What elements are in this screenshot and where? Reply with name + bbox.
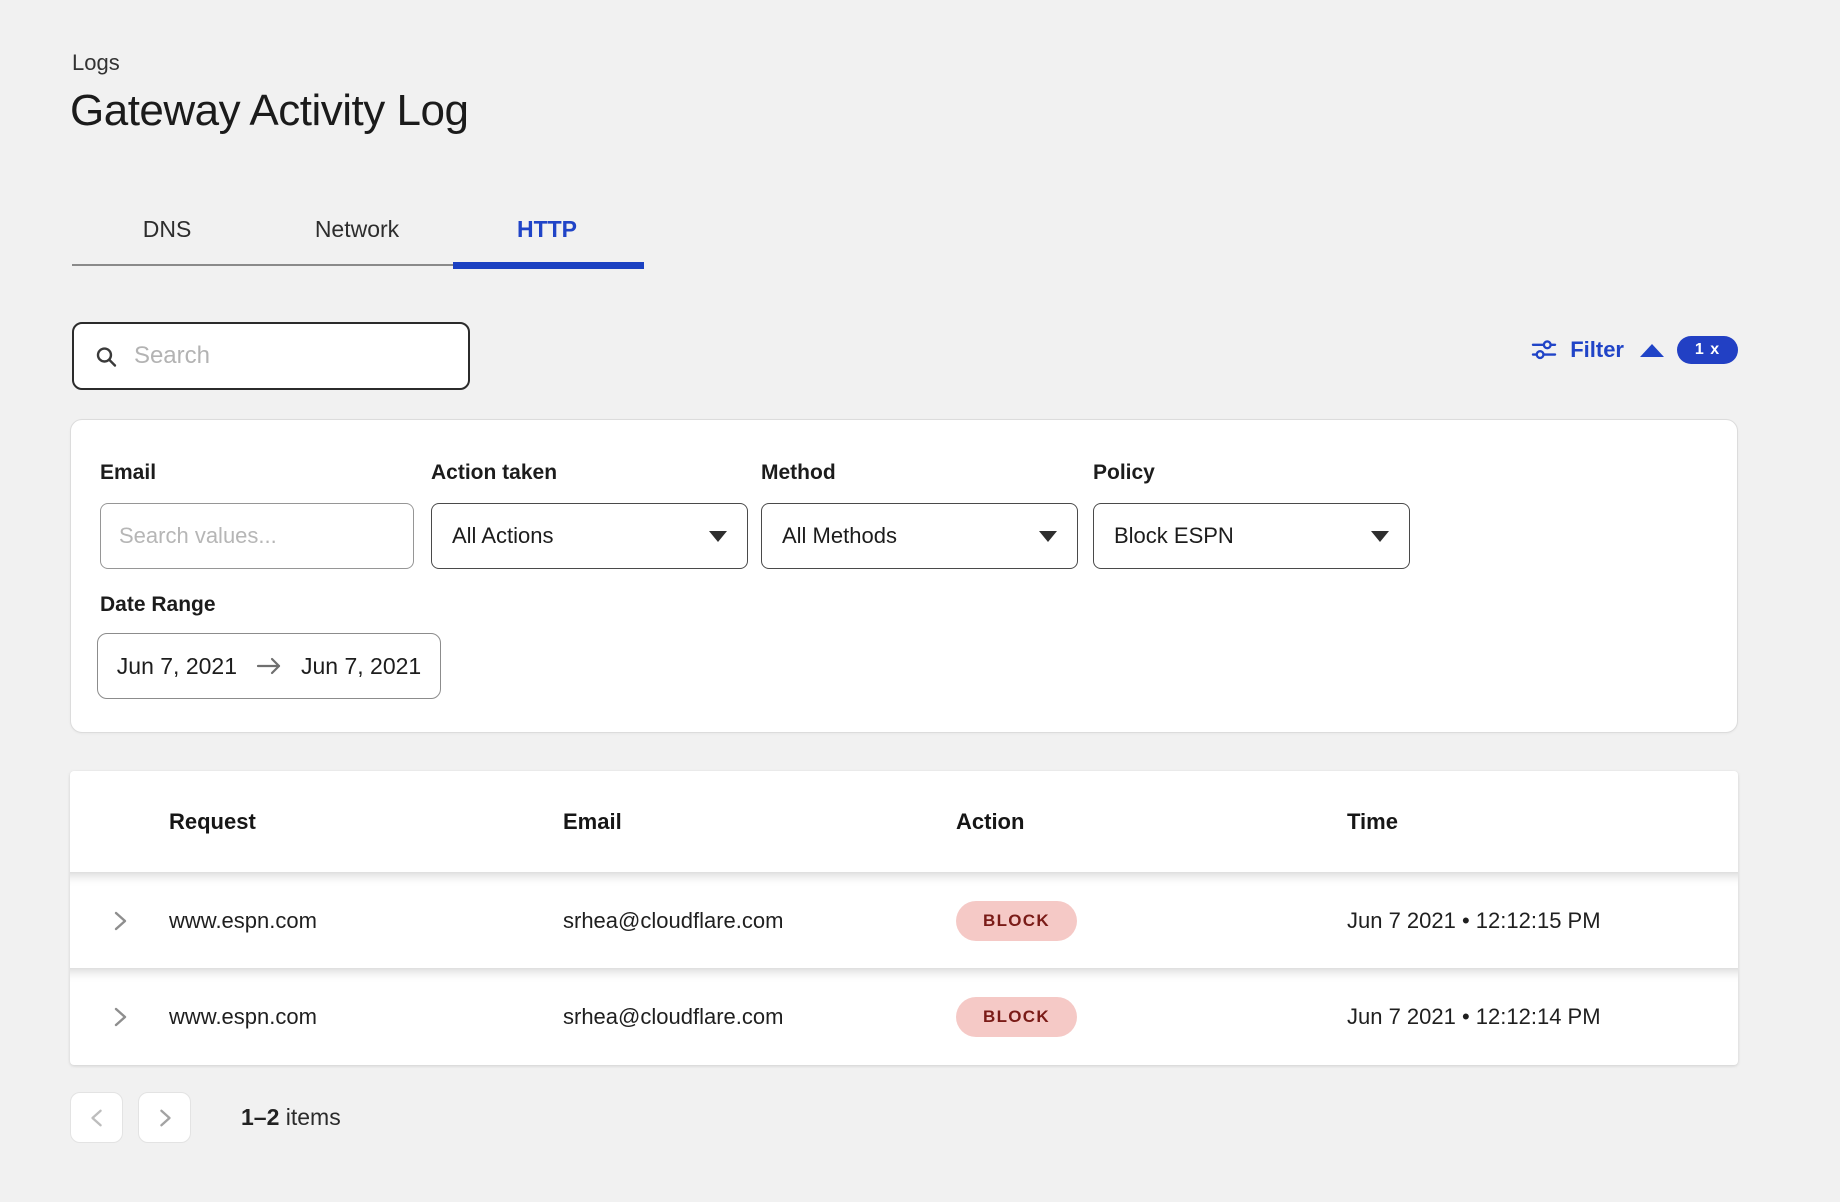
chevron-left-icon bbox=[88, 1107, 106, 1129]
column-header-action: Action bbox=[956, 809, 1347, 835]
policy-filter-label: Policy bbox=[1093, 461, 1155, 485]
chevron-down-icon bbox=[1039, 531, 1057, 542]
policy-filter-select[interactable]: Block ESPN bbox=[1093, 503, 1410, 569]
filter-label: Filter bbox=[1570, 337, 1624, 363]
email-filter-label: Email bbox=[100, 461, 156, 485]
log-type-tabs: DNS Network HTTP bbox=[72, 198, 644, 268]
table-row[interactable]: www.espn.com srhea@cloudflare.com BLOCK … bbox=[70, 872, 1738, 968]
action-filter-select[interactable]: All Actions bbox=[431, 503, 748, 569]
filter-count-badge: 1 x bbox=[1677, 336, 1738, 364]
tab-http[interactable]: HTTP bbox=[452, 198, 642, 260]
action-badge: BLOCK bbox=[956, 997, 1077, 1037]
tabs-divider bbox=[72, 264, 453, 266]
chevron-down-icon bbox=[709, 531, 727, 542]
active-tab-indicator bbox=[453, 262, 644, 269]
policy-filter-value: Block ESPN bbox=[1114, 523, 1234, 549]
filter-icon bbox=[1531, 337, 1557, 363]
cell-time: Jun 7 2021 • 12:12:14 PM bbox=[1347, 1004, 1738, 1030]
next-page-button[interactable] bbox=[138, 1092, 191, 1143]
date-range-label: Date Range bbox=[100, 593, 216, 617]
column-header-time: Time bbox=[1347, 809, 1738, 835]
tab-dns[interactable]: DNS bbox=[72, 198, 262, 260]
chevron-right-icon[interactable] bbox=[110, 909, 130, 933]
previous-page-button[interactable] bbox=[70, 1092, 123, 1143]
date-range-picker[interactable]: Jun 7, 2021 Jun 7, 2021 bbox=[97, 633, 441, 699]
chevron-right-icon bbox=[156, 1107, 174, 1129]
filter-panel: Email Action taken Method Policy All Act… bbox=[70, 419, 1738, 733]
date-range-end: Jun 7, 2021 bbox=[301, 653, 421, 680]
method-filter-select[interactable]: All Methods bbox=[761, 503, 1078, 569]
cell-time: Jun 7 2021 • 12:12:15 PM bbox=[1347, 908, 1738, 934]
action-badge: BLOCK bbox=[956, 901, 1077, 941]
table-header-row: Request Email Action Time bbox=[70, 771, 1738, 872]
search-icon bbox=[94, 343, 118, 370]
items-range: 1–2 bbox=[241, 1104, 279, 1130]
method-filter-label: Method bbox=[761, 461, 836, 485]
activity-log-table: Request Email Action Time www.espn.com s… bbox=[70, 771, 1738, 1065]
arrow-right-icon bbox=[255, 656, 283, 676]
page-title: Gateway Activity Log bbox=[70, 86, 468, 136]
date-range-start: Jun 7, 2021 bbox=[117, 653, 237, 680]
tab-network[interactable]: Network bbox=[262, 198, 452, 260]
items-count: 1–2 items bbox=[241, 1104, 341, 1131]
method-filter-value: All Methods bbox=[782, 523, 897, 549]
cell-request: www.espn.com bbox=[169, 908, 563, 934]
search-input[interactable] bbox=[134, 342, 448, 370]
action-filter-value: All Actions bbox=[452, 523, 554, 549]
chevron-right-icon[interactable] bbox=[110, 1005, 130, 1029]
caret-up-icon bbox=[1640, 344, 1664, 357]
action-filter-label: Action taken bbox=[431, 461, 557, 485]
column-header-request: Request bbox=[169, 809, 563, 835]
column-header-email: Email bbox=[563, 809, 956, 835]
items-label: items bbox=[279, 1104, 340, 1130]
pagination: 1–2 items bbox=[70, 1092, 341, 1143]
email-filter-input[interactable] bbox=[100, 503, 414, 569]
breadcrumb: Logs bbox=[72, 50, 120, 76]
table-row[interactable]: www.espn.com srhea@cloudflare.com BLOCK … bbox=[70, 968, 1738, 1065]
cell-request: www.espn.com bbox=[169, 1004, 563, 1030]
cell-email: srhea@cloudflare.com bbox=[563, 1004, 956, 1030]
search-box[interactable] bbox=[72, 322, 470, 390]
chevron-down-icon bbox=[1371, 531, 1389, 542]
cell-email: srhea@cloudflare.com bbox=[563, 908, 956, 934]
filter-toggle[interactable]: Filter 1 x bbox=[1531, 336, 1738, 364]
